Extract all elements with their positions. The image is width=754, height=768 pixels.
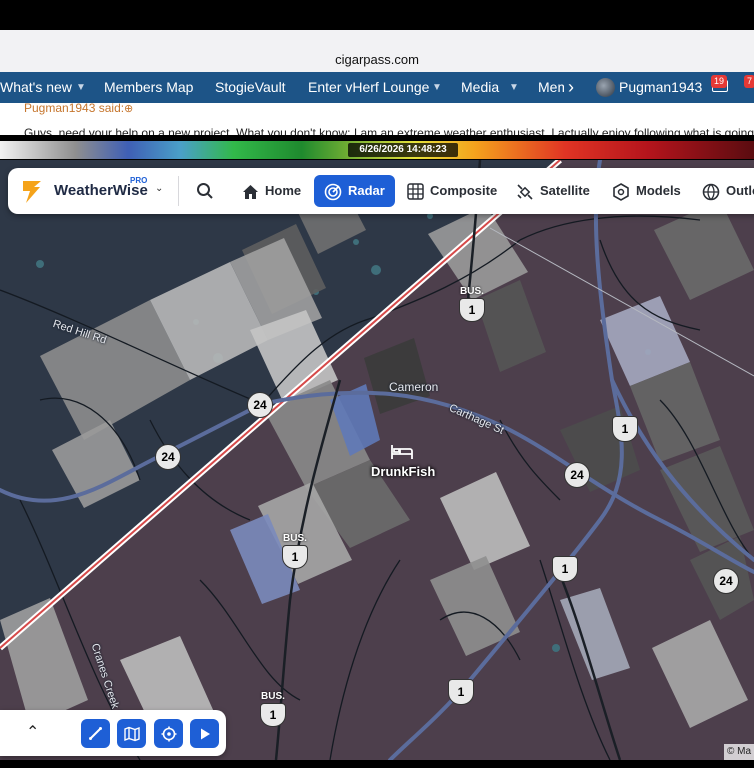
arrow-up-circle-icon[interactable]: ⊕ (124, 103, 133, 115)
tab-label: Models (636, 183, 681, 198)
forum-post-strip: Pugman1943 said: ⊕ Guys, need your help … (0, 103, 754, 135)
nc-24-shield[interactable]: 24 (247, 392, 273, 418)
nc-24-shield[interactable]: 24 (155, 444, 181, 470)
bus-label: BUS. (460, 286, 484, 297)
poi-label[interactable]: DrunkFish (371, 464, 435, 479)
alerts-badge: 7 (744, 75, 754, 88)
url-text[interactable]: cigarpass.com (0, 52, 754, 67)
us-1-shield[interactable]: 1 (612, 416, 638, 442)
bus-1-shield[interactable]: BUS. 1 (456, 286, 488, 322)
inbox-badge: 19 (711, 75, 728, 88)
nav-stogievault[interactable]: StogieVault (215, 72, 286, 103)
tab-label: Satellite (540, 183, 590, 198)
map-layers-button[interactable] (117, 719, 146, 748)
map-controls: ⌃ (0, 710, 226, 756)
tab-satellite[interactable]: Satellite (516, 175, 590, 207)
nc-24-shield[interactable]: 24 (564, 462, 590, 488)
toolbar-divider (178, 176, 179, 206)
tab-label: Composite (430, 183, 498, 198)
chevron-down-icon[interactable]: ▼ (76, 72, 86, 103)
place-label-cameron: Cameron (389, 380, 439, 394)
user-name[interactable]: Pugman1943 (619, 72, 702, 103)
tab-radar[interactable]: Radar (314, 175, 395, 207)
home-icon (243, 184, 258, 199)
site-navigation: What's new ▼ Members Map StogieVault Ent… (0, 72, 754, 103)
chevron-down-icon[interactable]: ▼ (509, 72, 519, 103)
chevron-up-icon[interactable]: ⌃ (26, 722, 39, 742)
radar-timestamp: 6/26/2026 14:48:23 (348, 143, 458, 157)
pro-badge: PRO (130, 176, 148, 185)
quote-author[interactable]: Pugman1943 said: (24, 103, 124, 115)
bus-route-number: 1 (459, 298, 485, 322)
tab-label: Outlo (726, 183, 754, 198)
bus-route-number: 1 (260, 703, 286, 727)
globe-icon (702, 183, 720, 200)
us-1-shield[interactable]: 1 (552, 556, 578, 582)
play-animation-button[interactable] (190, 719, 219, 748)
nav-media[interactable]: Media (461, 72, 499, 103)
tab-home[interactable]: Home (242, 175, 301, 207)
avatar[interactable] (596, 78, 615, 97)
satellite-icon (517, 183, 533, 200)
map-canvas (0, 160, 754, 760)
radar-map[interactable]: 24 24 24 24 1 1 1 BUS. 1 BUS. 1 BUS. 1 C… (0, 160, 754, 760)
tab-label: Home (265, 183, 302, 198)
bus-label: BUS. (283, 533, 307, 544)
bus-route-number: 1 (282, 545, 308, 569)
nav-whats-new[interactable]: What's new (0, 72, 72, 103)
map-attribution[interactable]: © Ma (724, 744, 754, 760)
chevron-right-icon[interactable]: › (568, 72, 574, 103)
post-body-text: Guys, need your help on a new project. W… (24, 126, 754, 135)
nav-members[interactable]: Mem (538, 72, 564, 103)
us-1-shield[interactable]: 1 (448, 679, 474, 705)
crosshair-icon (161, 726, 176, 741)
weatherwise-logo-icon[interactable] (20, 177, 44, 210)
chevron-down-icon[interactable]: ⌄ (155, 183, 163, 194)
radar-icon (324, 183, 342, 200)
draw-line-button[interactable] (81, 719, 110, 748)
pencil-icon (89, 727, 102, 740)
bus-1-shield[interactable]: BUS. 1 (279, 533, 311, 569)
bed-icon[interactable] (390, 443, 414, 461)
play-icon (200, 728, 210, 739)
tab-outlook[interactable]: Outlo (702, 175, 754, 207)
search-icon[interactable] (196, 182, 214, 205)
bus-label: BUS. (261, 691, 285, 702)
tab-models[interactable]: Models (612, 175, 681, 207)
map-icon (123, 726, 140, 741)
tab-composite[interactable]: Composite (407, 175, 497, 207)
nav-members-map[interactable]: Members Map (104, 72, 193, 103)
weather-app-toolbar: WeatherWise PRO ⌄ Home Radar Composite S… (8, 168, 754, 214)
grid-icon (407, 183, 424, 200)
models-icon (613, 182, 629, 201)
tab-label: Radar (348, 183, 385, 198)
bus-1-shield[interactable]: BUS. 1 (257, 691, 289, 727)
locate-button[interactable] (154, 719, 183, 748)
nav-vherf-lounge[interactable]: Enter vHerf Lounge (308, 72, 429, 103)
chevron-down-icon[interactable]: ▼ (432, 72, 442, 103)
nc-24-shield[interactable]: 24 (713, 568, 739, 594)
